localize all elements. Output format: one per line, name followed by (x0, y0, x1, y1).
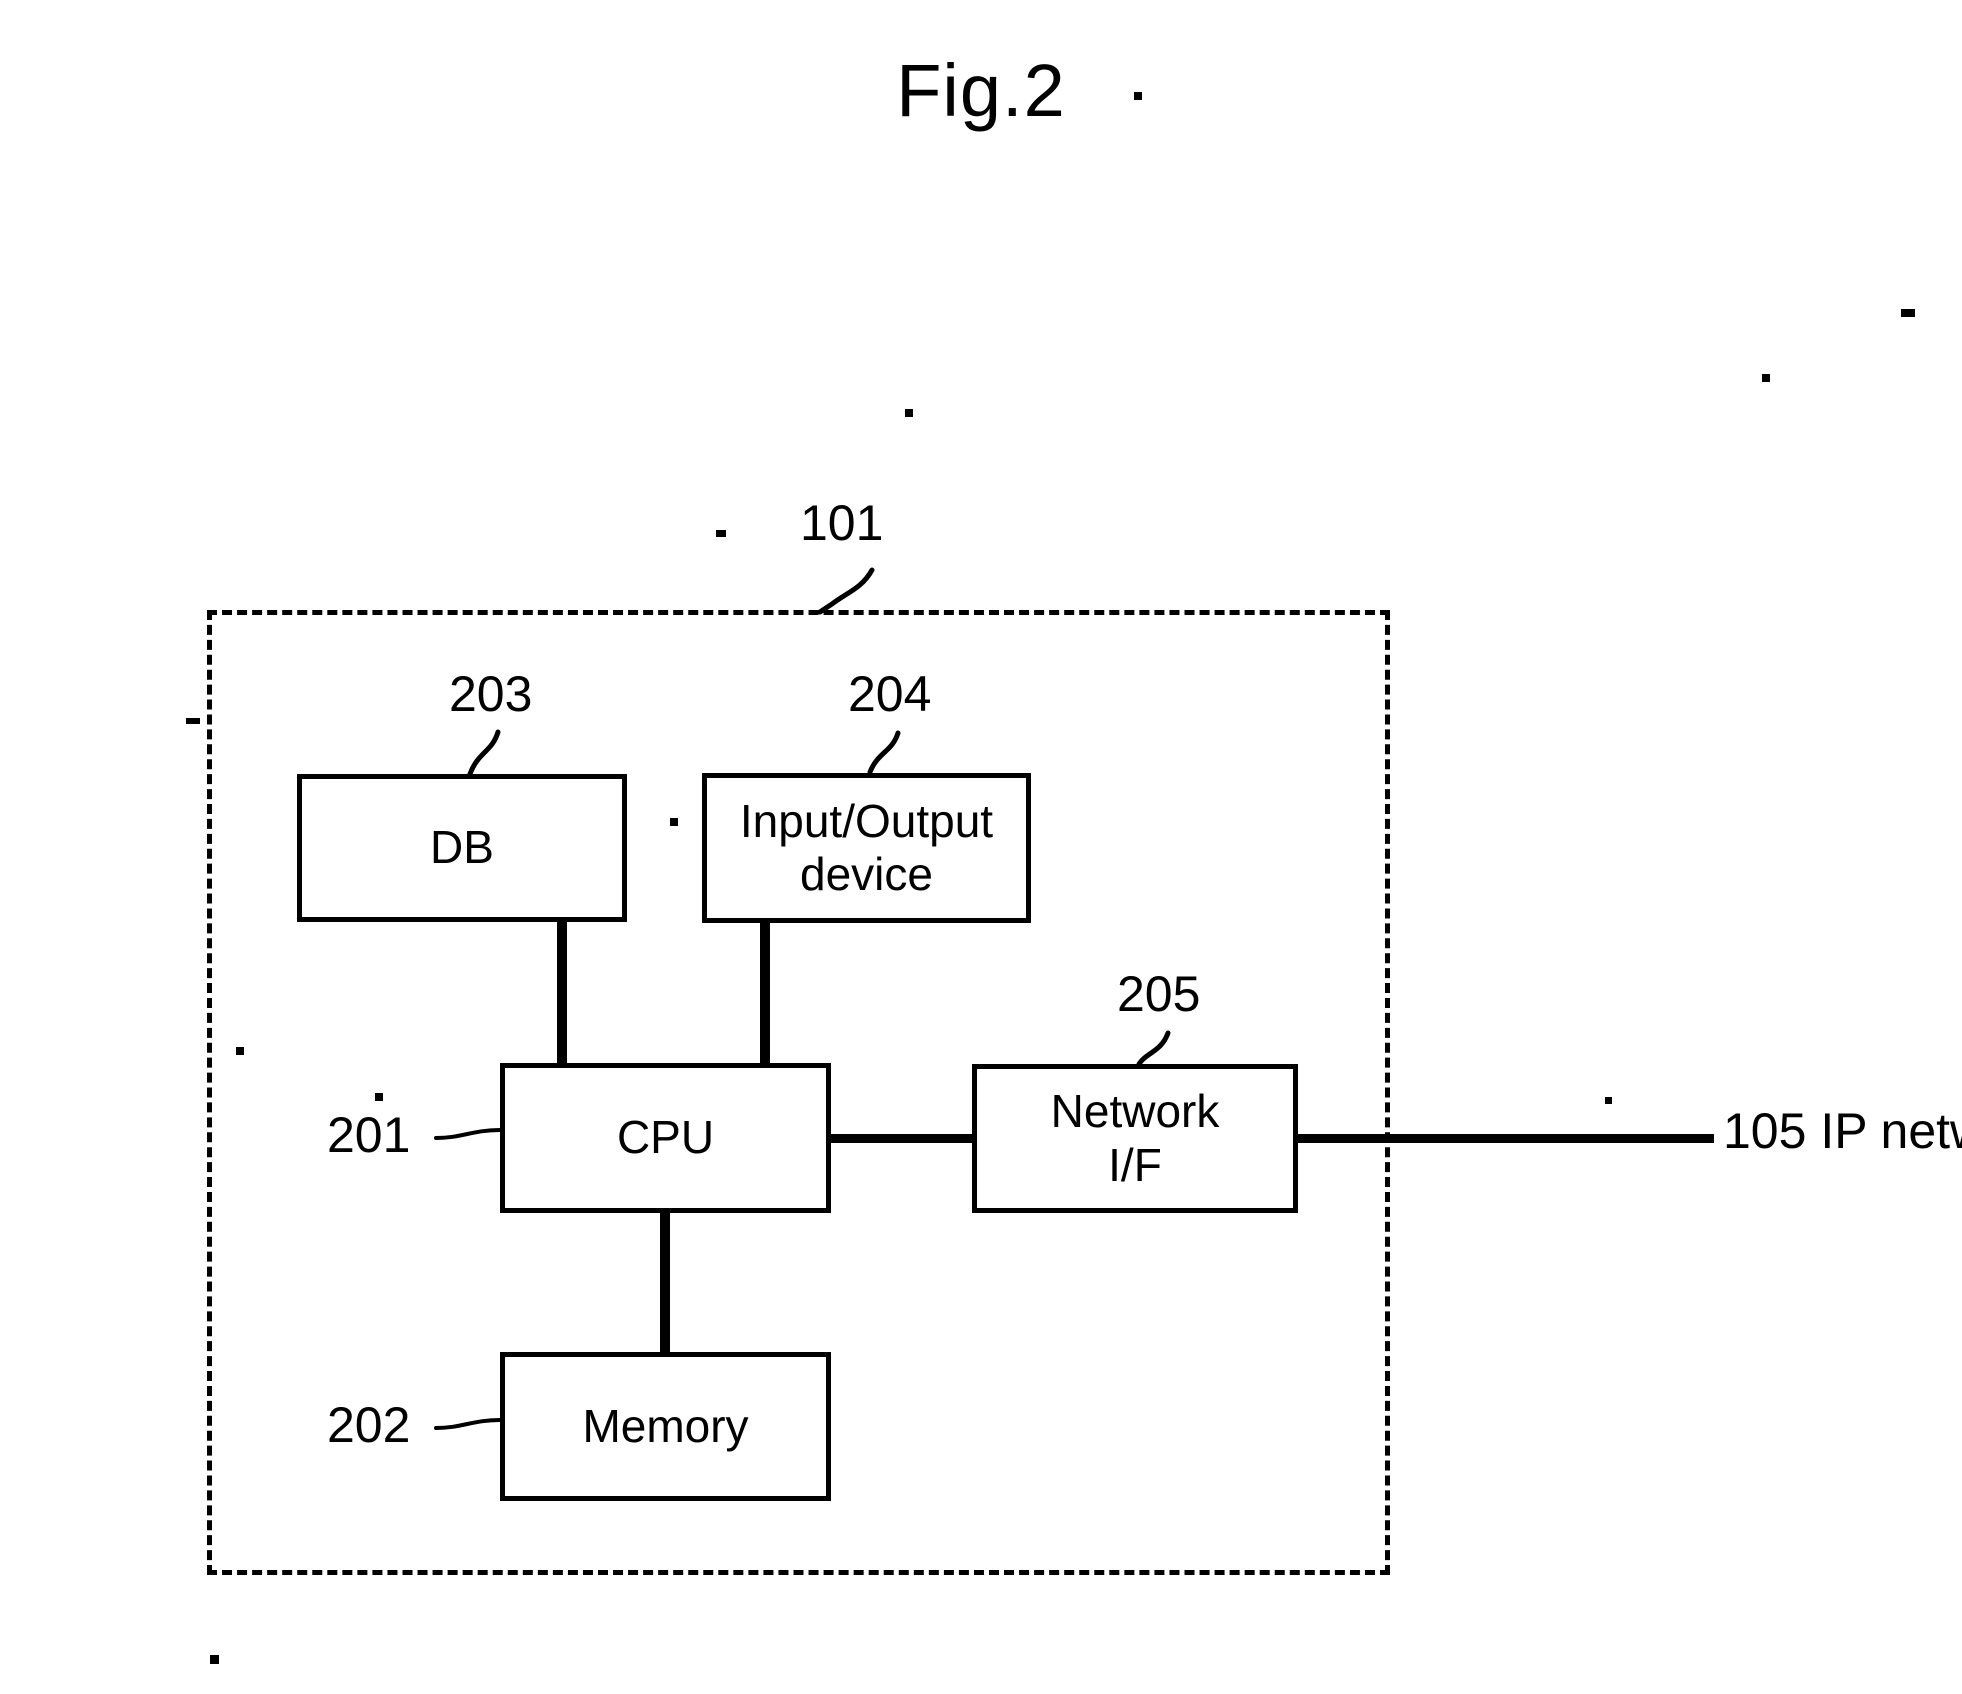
scan-speck (236, 1047, 244, 1055)
block-input-output-device: Input/Output device (702, 773, 1031, 923)
block-netif-label-line1: Network (1050, 1085, 1220, 1138)
reference-numeral-101: 101 (800, 495, 884, 551)
connector-cpu-to-memory (660, 1209, 670, 1355)
block-input-output-device-label: Input/Output device (740, 795, 993, 902)
scan-speck (670, 818, 678, 826)
block-db: DB (297, 774, 627, 922)
block-netif-label-line2: I/F (1108, 1138, 1162, 1191)
figure-title: Fig.2 (896, 49, 1066, 132)
block-memory-label: Memory (582, 1399, 749, 1452)
reference-numeral-204: 204 (848, 666, 932, 722)
scan-speck (1762, 374, 1770, 382)
reference-numeral-202: 202 (327, 1397, 411, 1453)
leader-line-101 (817, 567, 875, 615)
scan-speck (1605, 1097, 1612, 1104)
reference-numeral-203: 203 (449, 666, 533, 722)
block-cpu-label: CPU (616, 1111, 715, 1164)
scan-speck (1901, 309, 1915, 317)
ip-network-label: 105 IP network (1723, 1103, 1962, 1159)
connector-db-to-cpu (557, 919, 567, 1067)
connector-network-if-to-ip-network (1295, 1134, 1714, 1143)
connector-cpu-to-network-if (828, 1134, 975, 1143)
reference-numeral-205: 205 (1117, 966, 1201, 1022)
scan-speck (905, 409, 913, 417)
scan-speck (1134, 92, 1142, 100)
scan-speck (716, 530, 726, 537)
reference-numeral-201: 201 (327, 1107, 411, 1163)
scan-speck (375, 1093, 383, 1101)
block-memory: Memory (500, 1352, 831, 1501)
connector-io-to-cpu (760, 920, 770, 1067)
block-io-label-line1: Input/Output (739, 794, 994, 847)
block-cpu: CPU (500, 1063, 831, 1213)
scan-speck (186, 718, 200, 724)
block-network-interface: Network I/F (972, 1064, 1298, 1213)
block-io-label-line2: device (800, 848, 933, 900)
figure-root: Fig.2 DB Input/Output device CPU Network… (0, 0, 1962, 1694)
scan-speck (210, 1655, 219, 1664)
block-network-interface-label: Network I/F (1051, 1085, 1220, 1192)
block-db-label: DB (430, 821, 494, 874)
